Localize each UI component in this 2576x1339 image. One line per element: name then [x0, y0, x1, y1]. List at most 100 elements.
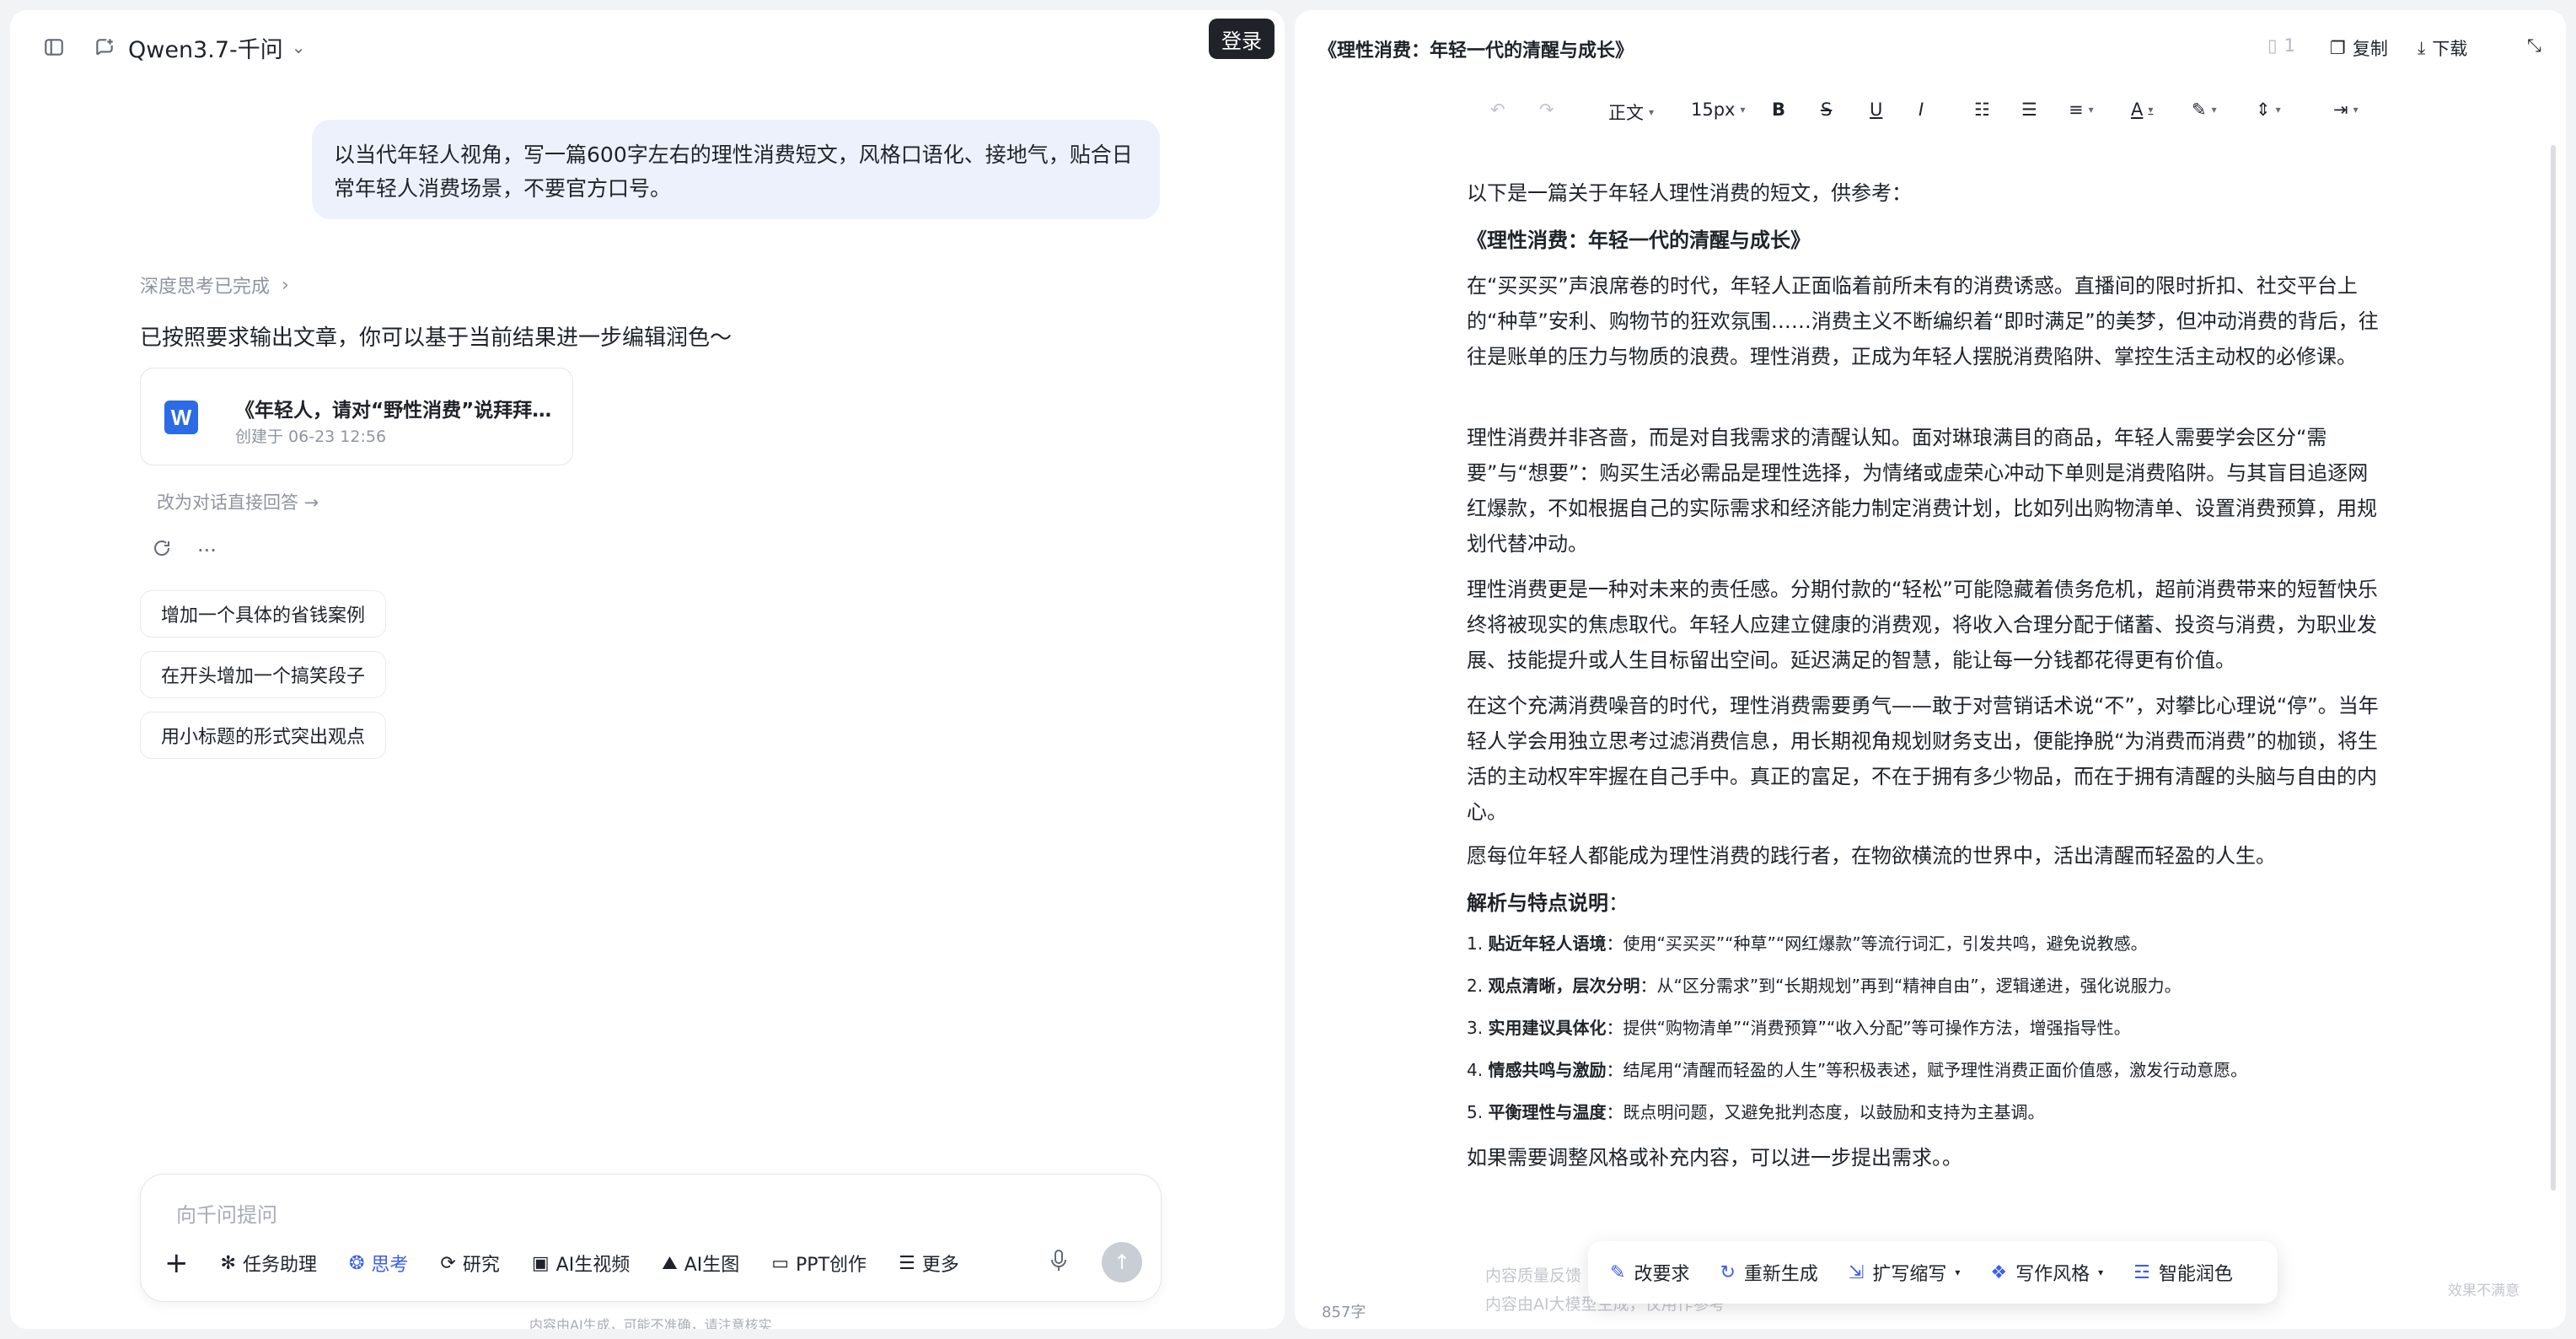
ai-item-label: 写作风格: [2015, 1264, 2090, 1285]
list-icon: ☰: [899, 1252, 915, 1274]
model-selector[interactable]: Qwen3.7-千问 ⌄: [128, 30, 306, 64]
bold-button[interactable]: B: [1772, 99, 1785, 120]
italic-button[interactable]: I: [1919, 99, 1924, 120]
line-spacing-icon[interactable]: ⇕ ▾: [2256, 99, 2281, 120]
dropdown-icon: ▾: [1955, 1266, 1961, 1278]
indent-icon[interactable]: ⇥ ▾: [2333, 99, 2359, 120]
ai-disclaimer: 内容由AI生成，可能不准确，请注意核实: [529, 1317, 772, 1329]
redo-icon[interactable]: ↷: [1539, 99, 1554, 120]
numbered-list-icon[interactable]: ☰: [2021, 99, 2037, 120]
tool-ppt[interactable]: ▭ PPT创作: [771, 1250, 867, 1277]
presentation-icon: ▭: [771, 1252, 790, 1274]
underline-button[interactable]: U: [1870, 99, 1882, 120]
suggestion-chip[interactable]: 用小标题的形式突出观点: [140, 712, 387, 759]
new-chat-icon[interactable]: [89, 32, 120, 62]
copy-button[interactable]: ❐ 复制: [2330, 35, 2388, 61]
analysis-item: 3. 实用建议具体化：提供“购物清单”“消费预算”“收入分配”等可操作方法，增强…: [1467, 1015, 2385, 1041]
dropdown-icon: ▾: [2148, 104, 2154, 116]
font-color-button[interactable]: A ▾: [2131, 99, 2153, 120]
suggestion-chip[interactable]: 增加一个具体的省钱案例: [140, 590, 387, 637]
login-button[interactable]: 登录: [1209, 19, 1275, 59]
tool-label: AI生视频: [555, 1255, 631, 1276]
send-button[interactable]: ↑: [1102, 1242, 1142, 1283]
format-toolbar: ↶ ↷ 正文 ▾ 15px ▾ B S U I ☷ ☰ ≡ ▾ A ▾ ✎ ▾ ⇕ ▾ ⇥ ▾: [1295, 88, 2566, 133]
item-label: 情感共鸣与激励: [1488, 1060, 1607, 1080]
bullet-list-icon[interactable]: ☷: [1974, 99, 1990, 120]
item-label: 观点清晰，层次分明: [1488, 976, 1640, 996]
feedback-unsatisfied[interactable]: 效果不满意: [2448, 1278, 2520, 1299]
tool-task-assistant[interactable]: ✻ 任务助理: [221, 1250, 317, 1277]
analysis-item: 2. 观点清晰，层次分明：从“区分需求”到“长期规划”再到“精神自由”，逻辑递进…: [1467, 973, 2385, 998]
dropdown-icon: ▾: [1740, 104, 1746, 116]
item-number: 2.: [1467, 976, 1489, 996]
edit-icon: ✎: [1610, 1261, 1626, 1283]
modify-request-button[interactable]: ✎ 改要求: [1610, 1259, 1689, 1286]
document-scrollbar[interactable]: [2551, 145, 2556, 1191]
tool-label: 更多: [921, 1255, 959, 1276]
highlight-icon[interactable]: ✎ ▾: [2192, 99, 2217, 120]
tool-label: AI生图: [684, 1255, 740, 1276]
refresh-icon: ↻: [1720, 1261, 1736, 1283]
tool-ai-video[interactable]: ▣ AI生视频: [532, 1250, 630, 1277]
suggestion-chip[interactable]: 在开头增加一个搞笑段子: [140, 651, 387, 698]
doc-paragraph: 理性消费更是一种对未来的责任感。分期付款的“轻松”可能隐藏着债务危机，超前消费带…: [1467, 578, 2378, 672]
undo-icon[interactable]: ↶: [1490, 99, 1505, 120]
tool-label: 研究: [462, 1255, 500, 1276]
dropdown-icon: ▾: [2088, 104, 2094, 116]
tool-label: 任务助理: [242, 1255, 317, 1276]
collapse-icon[interactable]: ⤡: [2527, 35, 2541, 56]
doc-paragraph: 在这个充满消费噪音的时代，理性消费需要勇气——敢于对营销话术说“不”，对攀比心理…: [1467, 694, 2379, 824]
switch-to-chat-link[interactable]: 改为对话直接回答 →: [157, 489, 319, 514]
dropdown-icon: ▾: [2275, 104, 2281, 116]
doc-paragraph: 愿每位年轻人都能成为理性消费的践行者，在物欲横流的世界中，活出清醒而轻盈的人生。: [1467, 844, 2276, 868]
chat-pane: Qwen3.7-千问 ⌄ 登录 以当代年轻人视角，写一篇600字左右的理性消费短…: [10, 10, 1285, 1329]
brain-icon: ❂: [348, 1252, 365, 1274]
feedback-label[interactable]: 内容质量反馈: [1485, 1263, 1581, 1286]
microphone-icon[interactable]: [1049, 1249, 1068, 1277]
analysis-item: 4. 情感共鸣与激励：结尾用“清醒而轻盈的人生”等积极表述，赋予理性消费正面价值…: [1467, 1057, 2385, 1083]
word-count: 857字: [1322, 1304, 1366, 1321]
analysis-heading: 解析与特点说明：: [1467, 885, 2385, 921]
ai-edit-toolbar: ✎ 改要求 ↻ 重新生成 ⇲ 扩写缩写 ▾ ❖ 写作风格 ▾ ☲ 智能润色: [1588, 1241, 2278, 1304]
arrow-up-icon: ↑: [1113, 1250, 1131, 1274]
item-text: ：结尾用“清醒而轻盈的人生”等积极表述，赋予理性消费正面价值感，激发行动意愿。: [1606, 1060, 2248, 1080]
strikethrough-button[interactable]: S: [1821, 99, 1832, 120]
doc-intro: 以下是一篇关于年轻人理性消费的短文，供参考：: [1467, 181, 1912, 205]
expand-shrink-button[interactable]: ⇲ 扩写缩写 ▾: [1849, 1259, 1960, 1286]
tool-ai-image[interactable]: ⛰ AI生图: [662, 1250, 739, 1277]
assistant-message: 已按照要求输出文章，你可以基于当前结果进一步编辑润色～: [140, 325, 733, 351]
dropdown-icon: ▾: [2098, 1266, 2104, 1278]
message-actions: ···: [152, 538, 217, 563]
regenerate-icon[interactable]: [152, 538, 172, 563]
doc-paragraph: 理性消费并非吝啬，而是对自我需求的清醒认知。面对琳琅满目的商品，年轻人需要学会区…: [1467, 426, 2377, 556]
document-title: 《年轻人，请对“野性消费”说拜拜…: [235, 400, 552, 422]
writing-style-button[interactable]: ❖ 写作风格 ▾: [1990, 1259, 2103, 1286]
page-icon: ▯: [2267, 35, 2278, 56]
text-style-select[interactable]: 正文 ▾: [1608, 99, 1654, 125]
tool-label: PPT创作: [796, 1255, 867, 1276]
item-label: 平衡理性与温度: [1488, 1102, 1607, 1122]
regenerate-button[interactable]: ↻ 重新生成: [1720, 1259, 1817, 1286]
chat-input-placeholder[interactable]: 向千问提问: [176, 1198, 277, 1228]
sidebar-toggle-icon[interactable]: [39, 32, 69, 62]
chat-input-box[interactable]: 向千问提问 + ✻ 任务助理 ❂ 思考 ⟳ 研究 ▣ AI生视频 ⛰ AI生图 ▭ PPT创…: [140, 1174, 1162, 1302]
download-label: 下载: [2432, 39, 2468, 59]
document-card[interactable]: W 《年轻人，请对“野性消费”说拜拜… 创建于 06-23 12:56: [140, 368, 573, 465]
copy-icon: ❐: [2330, 38, 2346, 58]
document-created: 创建于 06-23 12:56: [235, 428, 387, 446]
tool-think[interactable]: ❂ 思考: [349, 1250, 408, 1277]
align-icon[interactable]: ≡ ▾: [2069, 99, 2094, 120]
page-count: 1: [2284, 35, 2295, 56]
tool-research[interactable]: ⟳ 研究: [440, 1250, 499, 1277]
analysis-item: 5. 平衡理性与温度：既点明问题，又避免批判态度，以鼓励和支持为主基调。: [1467, 1100, 2385, 1125]
add-icon[interactable]: +: [164, 1249, 189, 1277]
download-button[interactable]: ⤓ 下载: [2418, 35, 2467, 61]
font-size-select[interactable]: 15px ▾: [1691, 99, 1746, 120]
smart-polish-button[interactable]: ☲ 智能润色: [2133, 1259, 2233, 1286]
style-icon: ❖: [1990, 1261, 2008, 1283]
more-icon[interactable]: ···: [197, 539, 217, 562]
thinking-status[interactable]: 深度思考已完成 ›: [140, 272, 289, 298]
item-text: ：使用“买买买”“种草”“网红爆款”等流行词汇，引发共鸣，避免说教感。: [1606, 933, 2148, 954]
tool-more[interactable]: ☰ 更多: [899, 1250, 959, 1277]
user-message: 以当代年轻人视角，写一篇600字左右的理性消费短文，风格口语化、接地气，贴合日常…: [312, 120, 1160, 219]
